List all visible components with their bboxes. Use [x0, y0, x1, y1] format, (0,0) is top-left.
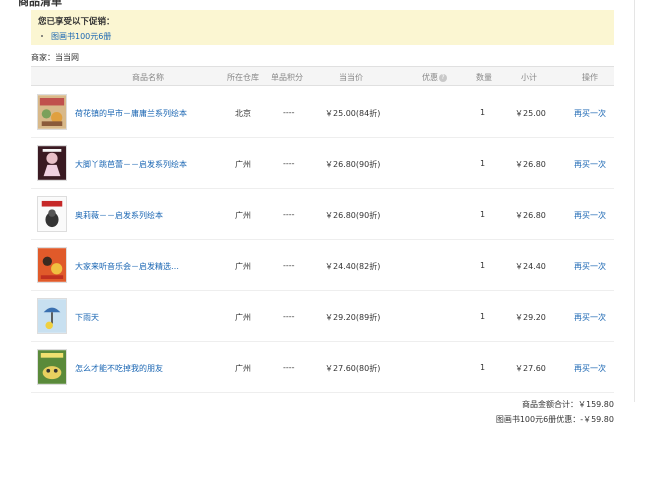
- table-row: 大脚丫跳芭蕾－－启发系列绘本 广州 ---- ￥26.80(90折) 1 ￥26.80 再买…: [31, 138, 614, 189]
- book-cover-image[interactable]: [37, 145, 67, 181]
- promo-title: 您已享受以下促销：: [38, 17, 115, 27]
- warehouse-cell: 广州: [235, 262, 251, 271]
- promo-link[interactable]: 图画书100元6册: [51, 32, 111, 41]
- header-qty: 数量: [476, 73, 492, 82]
- book-cover-image[interactable]: [37, 247, 67, 283]
- product-name-link[interactable]: 奥莉薇－－启发系列绘本: [75, 210, 163, 221]
- rebuy-link[interactable]: 再买一次: [574, 159, 606, 170]
- price-cell: ￥27.60(80折): [325, 364, 381, 373]
- product-name-link[interactable]: 大家来听音乐会－启发精选…: [75, 261, 179, 272]
- product-name-link[interactable]: 荷花镇的早市－庸庸兰系列绘本: [75, 108, 187, 119]
- warehouse-cell: 北京: [235, 109, 251, 118]
- header-warehouse: 所在仓库: [227, 73, 259, 82]
- table-row: 奥莉薇－－启发系列绘本 广州 ---- ￥26.80(90折) 1 ￥26.80 再买一次: [31, 189, 614, 240]
- subtotal-cell: ￥26.80: [515, 211, 546, 220]
- warehouse-cell: 广州: [235, 313, 251, 322]
- promo-item: 图画书100元6册: [38, 31, 607, 42]
- rebuy-link[interactable]: 再买一次: [574, 312, 606, 323]
- table-header: 商品名称 所在仓库 单品积分 当当价 优惠? 数量 小计 操作: [31, 66, 614, 86]
- subtotal-cell: ￥26.80: [515, 160, 546, 169]
- points-cell: ----: [283, 159, 295, 168]
- warehouse-cell: 广州: [235, 211, 251, 220]
- summary-discount: 图画书100元6册优惠：-￥59.80: [495, 415, 614, 424]
- table-row: 荷花镇的早市－庸庸兰系列绘本 北京 ---- ￥25.00(84折) 1 ￥25.00 再买…: [31, 87, 614, 138]
- summary-total: 商品金额合计：￥159.80: [522, 400, 614, 409]
- subtotal-cell: ￥27.60: [515, 364, 546, 373]
- header-price: 当当价: [339, 73, 363, 82]
- header-points: 单品积分: [271, 73, 303, 82]
- qty-cell: 1: [480, 312, 486, 321]
- points-cell: ----: [283, 261, 295, 270]
- points-cell: ----: [283, 363, 295, 372]
- points-cell: ----: [283, 210, 295, 219]
- warehouse-cell: 广州: [235, 160, 251, 169]
- shop-label: 商家：当当网: [31, 53, 79, 62]
- header-discount: 优惠?: [422, 72, 447, 83]
- book-cover-image[interactable]: [37, 349, 67, 385]
- rebuy-link[interactable]: 再买一次: [574, 363, 606, 374]
- price-cell: ￥24.40(82折): [325, 262, 381, 271]
- panel-border: [634, 0, 635, 402]
- qty-cell: 1: [480, 363, 486, 372]
- warehouse-cell: 广州: [235, 364, 251, 373]
- product-name-link[interactable]: 下雨天: [75, 312, 99, 323]
- page-title: 商品清单: [18, 0, 62, 8]
- price-cell: ￥26.80(90折): [325, 160, 381, 169]
- points-cell: ----: [283, 312, 295, 321]
- qty-cell: 1: [480, 159, 486, 168]
- subtotal-cell: ￥25.00: [515, 109, 546, 118]
- product-name-link[interactable]: 大脚丫跳芭蕾－－启发系列绘本: [75, 159, 187, 170]
- qty-cell: 1: [480, 108, 486, 117]
- header-subtotal: 小计: [521, 73, 537, 82]
- subtotal-cell: ￥29.20: [515, 313, 546, 322]
- qty-cell: 1: [480, 210, 486, 219]
- header-name: 商品名称: [132, 73, 164, 82]
- rebuy-link[interactable]: 再买一次: [574, 210, 606, 221]
- header-discount-label: 优惠: [422, 73, 438, 82]
- subtotal-cell: ￥24.40: [515, 262, 546, 271]
- price-cell: ￥26.80(90折): [325, 211, 381, 220]
- book-cover-image[interactable]: [37, 298, 67, 334]
- product-name-link[interactable]: 怎么才能不吃掉我的朋友: [75, 363, 163, 374]
- rebuy-link[interactable]: 再买一次: [574, 108, 606, 119]
- points-cell: ----: [283, 108, 295, 117]
- bullet-icon: [41, 35, 43, 37]
- table-row: 大家来听音乐会－启发精选… 广州 ---- ￥24.40(82折) 1 ￥24.40 再买一…: [31, 240, 614, 291]
- price-cell: ￥29.20(89折): [325, 313, 381, 322]
- book-cover-image[interactable]: [37, 196, 67, 232]
- info-icon[interactable]: ?: [439, 73, 447, 82]
- rebuy-link[interactable]: 再买一次: [574, 261, 606, 272]
- table-row: 下雨天 广州 ---- ￥29.20(89折) 1 ￥29.20 再买一次: [31, 291, 614, 342]
- book-cover-image[interactable]: [37, 94, 67, 130]
- promo-box: 您已享受以下促销： 图画书100元6册: [31, 10, 614, 45]
- header-action: 操作: [582, 73, 598, 82]
- table-row: 怎么才能不吃掉我的朋友 广州 ---- ￥27.60(80折) 1 ￥27.60 再买一次: [31, 342, 614, 393]
- qty-cell: 1: [480, 261, 486, 270]
- price-cell: ￥25.00(84折): [325, 109, 381, 118]
